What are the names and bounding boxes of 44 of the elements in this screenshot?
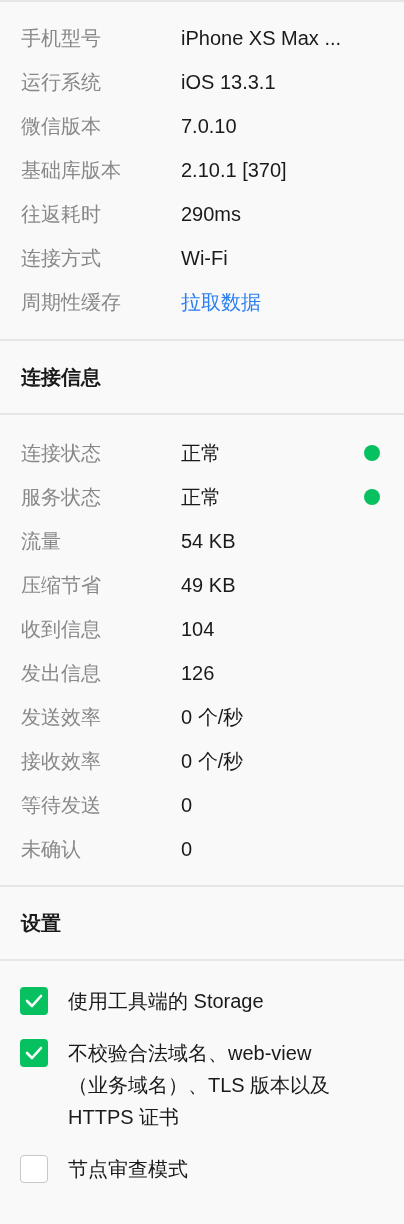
info-value: 0 (181, 793, 194, 817)
info-label: 压缩节省 (21, 572, 102, 598)
info-label: 收到信息 (21, 616, 102, 642)
info-label: 连接状态 (21, 440, 102, 466)
info-value: iPhone XS Max ... (181, 26, 343, 50)
info-value: 49 KB (181, 573, 237, 597)
info-label: 基础库版本 (21, 157, 122, 183)
info-label: 未确认 (21, 836, 82, 862)
info-value: 2.10.1 [370] (181, 158, 288, 182)
info-value: 290ms (181, 202, 243, 226)
info-label: 接收效率 (21, 748, 102, 774)
info-value: iOS 13.3.1 (181, 70, 277, 94)
info-value: 0 个/秒 (181, 704, 245, 730)
info-value: 正常 (181, 484, 222, 510)
checkbox[interactable] (20, 987, 48, 1015)
info-label: 运行系统 (21, 69, 102, 95)
info-label: 微信版本 (21, 113, 102, 139)
info-value: 54 KB (181, 529, 237, 553)
info-value: Wi-Fi (181, 246, 229, 270)
check-icon (25, 1046, 43, 1060)
info-value: 0 个/秒 (181, 748, 245, 774)
checkbox[interactable] (20, 1039, 48, 1067)
info-label: 连接方式 (21, 245, 102, 271)
check-icon (25, 994, 43, 1008)
info-value: 126 (181, 661, 216, 685)
info-value: 0 (181, 837, 194, 861)
info-label: 发出信息 (21, 660, 102, 686)
info-value: 104 (181, 617, 216, 641)
info-label: 服务状态 (21, 484, 102, 510)
info-label: 周期性缓存 (21, 289, 122, 315)
info-value: 正常 (181, 440, 222, 466)
info-label: 手机型号 (21, 25, 102, 51)
info-label: 发送效率 (21, 704, 102, 730)
info-label: 等待发送 (21, 792, 102, 818)
info-label: 流量 (21, 528, 62, 554)
option-label: 使用工具端的 Storage (68, 989, 264, 1014)
info-value: 7.0.10 (181, 114, 238, 138)
checkbox[interactable] (20, 1155, 48, 1183)
option-label: 不校验合法域名、web-view（业务域名）、TLS 版本以及 HTTPS 证书 (68, 1041, 332, 1130)
info-label: 往返耗时 (21, 201, 102, 227)
section-title: 连接信息 (21, 364, 101, 390)
option-label: 节点审查模式 (68, 1157, 188, 1182)
section-title: 设置 (21, 910, 61, 936)
fetch-data-link[interactable]: 拉取数据 (181, 288, 261, 316)
